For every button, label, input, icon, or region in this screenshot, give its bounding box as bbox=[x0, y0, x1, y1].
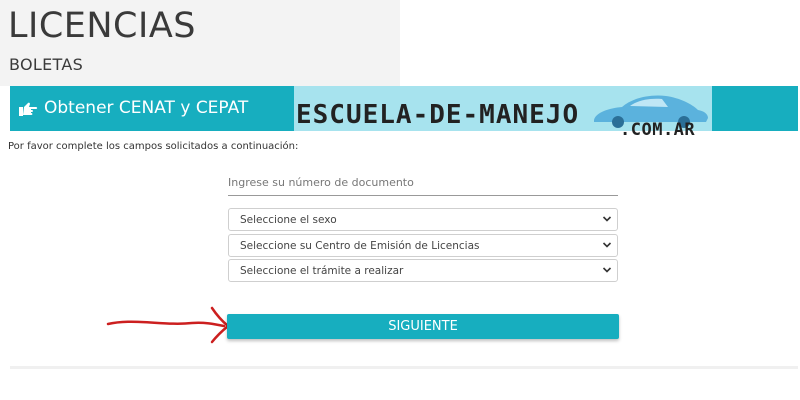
procedure-select[interactable]: Seleccione el trámite a realizar bbox=[228, 259, 618, 282]
chevron-down-icon bbox=[602, 242, 612, 248]
watermark-domain: .COM.AR bbox=[620, 120, 696, 140]
next-button[interactable]: SIGUIENTE bbox=[227, 314, 619, 339]
chevron-down-icon bbox=[602, 267, 612, 273]
section-title: Obtener CENAT y CEPAT bbox=[44, 98, 249, 118]
emission-center-select[interactable]: Seleccione su Centro de Emisión de Licen… bbox=[228, 234, 618, 257]
page-title: LICENCIAS bbox=[8, 6, 196, 46]
hand-pointing-right-icon bbox=[19, 102, 38, 116]
form-instructions: Por favor complete los campos solicitado… bbox=[8, 141, 299, 152]
sex-select[interactable]: Seleccione el sexo bbox=[228, 208, 618, 231]
sex-select-label: Seleccione el sexo bbox=[240, 214, 337, 226]
page-subtitle: BOLETAS bbox=[9, 55, 84, 74]
emission-center-select-label: Seleccione su Centro de Emisión de Licen… bbox=[240, 240, 480, 252]
footer-divider bbox=[10, 366, 798, 369]
red-arrow-annotation bbox=[106, 306, 230, 344]
watermark-text: ESCUELA-DE-MANEJO bbox=[296, 100, 580, 130]
chevron-down-icon bbox=[602, 216, 612, 222]
procedure-select-label: Seleccione el trámite a realizar bbox=[240, 265, 404, 277]
document-number-input[interactable] bbox=[228, 169, 618, 196]
